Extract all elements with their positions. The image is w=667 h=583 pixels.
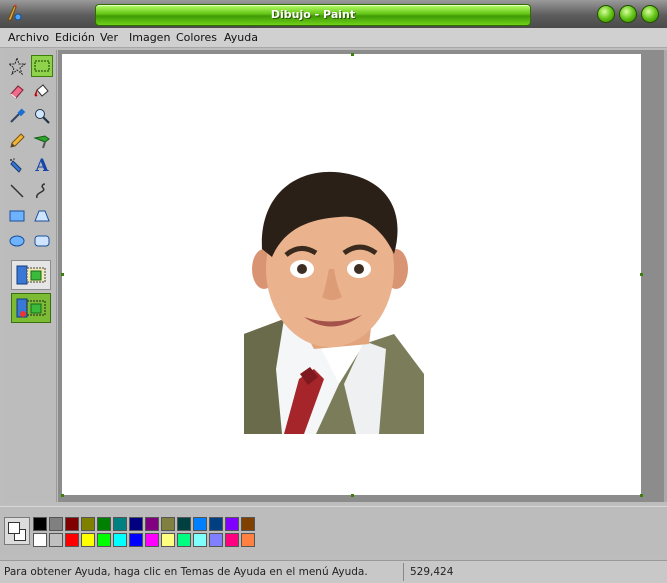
- foreground-color-swatch[interactable]: [8, 522, 20, 534]
- color-swatch[interactable]: [177, 533, 191, 547]
- paint-window: Dibujo - Paint Archivo Edición Ver Image…: [0, 0, 667, 583]
- color-swatch[interactable]: [129, 517, 143, 531]
- status-bar: Para obtener Ayuda, haga clic en Temas d…: [0, 560, 667, 583]
- resize-handle-corner[interactable]: [640, 494, 643, 497]
- color-swatch[interactable]: [241, 517, 255, 531]
- eraser-icon: [10, 85, 24, 99]
- ellipse-icon: [9, 235, 25, 247]
- color-swatch[interactable]: [33, 533, 47, 547]
- color-swatch[interactable]: [49, 533, 63, 547]
- color-swatch[interactable]: [65, 533, 79, 547]
- paint-bucket-icon: [34, 84, 49, 97]
- rectangle-icon: [9, 210, 25, 222]
- text-tool[interactable]: A: [31, 155, 53, 177]
- color-swatch[interactable]: [209, 533, 223, 547]
- canvas-area: [58, 50, 664, 502]
- curve-icon: [36, 183, 46, 199]
- color-swatch[interactable]: [49, 517, 63, 531]
- close-icon[interactable]: [641, 5, 659, 23]
- curve-tool[interactable]: [31, 180, 53, 202]
- color-swatch[interactable]: [81, 517, 95, 531]
- color-swatch[interactable]: [193, 517, 207, 531]
- rectangle-tool[interactable]: [6, 205, 28, 227]
- paint-app-icon[interactable]: [4, 3, 24, 23]
- menu-imagen[interactable]: Imagen: [129, 31, 170, 44]
- status-help-text: Para obtener Ayuda, haga clic en Temas d…: [4, 566, 368, 578]
- menu-edicion[interactable]: Edición: [55, 31, 95, 44]
- rect-select-icon: [34, 60, 50, 72]
- pencil-tool[interactable]: [6, 130, 28, 152]
- resize-handle-right[interactable]: [640, 273, 643, 276]
- color-swatch[interactable]: [113, 533, 127, 547]
- line-tool[interactable]: [6, 180, 28, 202]
- menu-ayuda[interactable]: Ayuda: [224, 31, 258, 44]
- text-icon: A: [35, 156, 49, 176]
- color-swatch[interactable]: [65, 517, 79, 531]
- color-swatch[interactable]: [113, 517, 127, 531]
- drawing-canvas[interactable]: [61, 53, 643, 497]
- minimize-icon[interactable]: [597, 5, 615, 23]
- rect-select-tool[interactable]: [31, 55, 53, 77]
- rounded-rectangle-icon: [34, 235, 50, 247]
- menu-colores[interactable]: Colores: [176, 31, 217, 44]
- color-swatch[interactable]: [209, 517, 223, 531]
- color-swatch[interactable]: [225, 517, 239, 531]
- color-swatch[interactable]: [241, 533, 255, 547]
- eyedropper-icon: [10, 108, 26, 123]
- current-colors[interactable]: [4, 517, 30, 545]
- mr-bean-photo: [244, 171, 424, 434]
- airbrush-icon: [10, 158, 22, 173]
- color-swatch[interactable]: [177, 517, 191, 531]
- color-swatch[interactable]: [81, 533, 95, 547]
- menu-bar: Archivo Edición Ver Imagen Colores Ayuda: [0, 28, 667, 48]
- color-swatch[interactable]: [129, 533, 143, 547]
- rounded-rect-tool[interactable]: [31, 230, 53, 252]
- color-swatch[interactable]: [145, 533, 159, 547]
- menu-ver[interactable]: Ver: [100, 31, 118, 44]
- fill-tool[interactable]: [31, 80, 53, 102]
- transparent-selection-icon: [16, 298, 46, 318]
- opaque-option[interactable]: [11, 260, 51, 290]
- color-swatch[interactable]: [33, 517, 47, 531]
- line-icon: [10, 184, 24, 198]
- status-separator: [403, 563, 404, 581]
- resize-handle-bottom[interactable]: [351, 494, 354, 497]
- menu-archivo[interactable]: Archivo: [8, 31, 49, 44]
- maximize-icon[interactable]: [619, 5, 637, 23]
- resize-handle-left[interactable]: [61, 273, 64, 276]
- color-swatch[interactable]: [145, 517, 159, 531]
- color-swatch[interactable]: [97, 517, 111, 531]
- window-title: Dibujo - Paint: [270, 8, 356, 21]
- color-swatch[interactable]: [161, 533, 175, 547]
- transparent-option[interactable]: [11, 293, 51, 323]
- opaque-selection-icon: [16, 265, 46, 285]
- star-select-icon: [8, 57, 26, 75]
- ellipse-tool[interactable]: [6, 230, 28, 252]
- color-swatch[interactable]: [161, 517, 175, 531]
- color-swatch[interactable]: [97, 533, 111, 547]
- title-bar[interactable]: Dibujo - Paint: [0, 0, 667, 28]
- resize-handle-bottom-left[interactable]: [61, 494, 64, 497]
- magnifier-icon: [35, 109, 50, 124]
- brush-icon: [33, 135, 50, 149]
- cursor-coordinates: 529,424: [410, 566, 454, 578]
- airbrush-tool[interactable]: [6, 155, 28, 177]
- free-select-tool[interactable]: [6, 55, 28, 77]
- color-swatch[interactable]: [225, 533, 239, 547]
- color-swatch[interactable]: [193, 533, 207, 547]
- eraser-tool[interactable]: [6, 80, 28, 102]
- resize-handle-top[interactable]: [351, 53, 354, 56]
- pick-color-tool[interactable]: [6, 105, 28, 127]
- polygon-icon: [34, 210, 50, 222]
- magnifier-tool[interactable]: [31, 105, 53, 127]
- brush-tool[interactable]: [31, 130, 53, 152]
- polygon-tool[interactable]: [31, 205, 53, 227]
- color-palette: [0, 506, 667, 556]
- toolbox: A: [3, 50, 57, 502]
- pencil-icon: [10, 133, 25, 148]
